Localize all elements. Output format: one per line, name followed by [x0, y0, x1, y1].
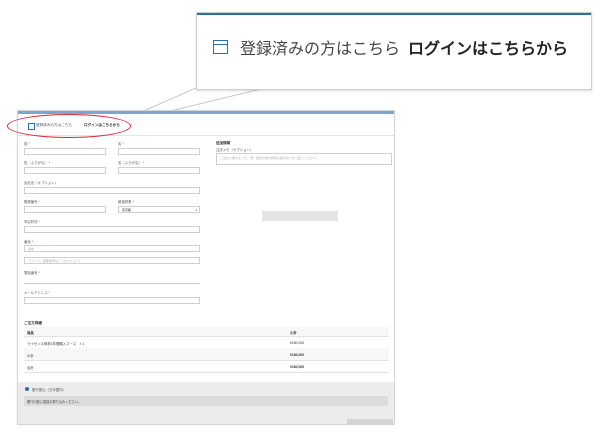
login-link[interactable]: ログインはこちらから — [408, 35, 568, 59]
bank-transfer-label: 銀行振込（日本国内） — [32, 388, 66, 392]
chevron-down-icon: ▾ — [195, 208, 197, 212]
email-input[interactable] — [24, 297, 200, 304]
subtotal-label: 小計 — [27, 354, 34, 358]
order-details-title: ご注文詳細 — [24, 321, 42, 325]
payment-description: 銀行口座に直接お振り込みください。 — [27, 400, 82, 404]
column-subtotal: 小計 — [290, 331, 297, 335]
order-notes-textarea[interactable]: ご注文に関するメモ、例：配達の際の特別な指示などをご記入ください。 — [216, 153, 392, 165]
first-name-input[interactable] — [118, 148, 200, 155]
phone-label: 電話番号 * — [24, 271, 40, 275]
checkout-form-panel: 登録済みの方はこちら ログインはこちらから 姓 * 名 * 姓（ふりがな） * … — [17, 110, 395, 425]
order-notes-label: 注文メモ（オプション） — [216, 148, 254, 152]
first-kana-label: 名（ふりがな） * — [118, 161, 145, 165]
column-product: 商品 — [27, 331, 34, 335]
first-name-label: 名 * — [118, 142, 124, 146]
last-name-label: 姓 * — [24, 142, 30, 146]
window-icon — [213, 40, 228, 54]
last-kana-input[interactable] — [24, 167, 106, 174]
placeholder-button[interactable] — [262, 211, 338, 221]
last-name-input[interactable] — [24, 148, 106, 155]
phone-input[interactable] — [24, 277, 200, 284]
payment-section: 銀行振込（日本国内） 銀行口座に直接お振り込みください。 — [18, 382, 394, 424]
callout-accent-bar — [197, 13, 591, 15]
subtotal-value: ¥180,000 — [290, 353, 305, 357]
address-line2-placeholder: アパート、部屋番号など（オプション） — [28, 259, 82, 263]
address-line2-input[interactable]: アパート、部屋番号など（オプション） — [24, 257, 200, 264]
order-notes-placeholder: ご注文に関するメモ、例：配達の際の特別な指示などをご記入ください。 — [220, 156, 320, 160]
postal-code-input[interactable] — [24, 206, 106, 213]
last-kana-label: 姓（ふりがな） * — [24, 161, 51, 165]
address-label: 番地 * — [24, 240, 34, 244]
highlight-circle — [7, 114, 131, 138]
prefecture-select[interactable]: 東京都 ▾ — [118, 206, 200, 213]
payment-description-box: 銀行口座に直接お振り込みください。 — [24, 396, 388, 406]
additional-info-title: 追加情報 — [216, 141, 231, 145]
registered-user-text: 登録済みの方はこちら — [240, 41, 401, 58]
prefecture-selected-value: 東京都 — [122, 208, 132, 212]
prefecture-label: 都道府県 * — [118, 200, 134, 204]
first-kana-input[interactable] — [118, 167, 200, 174]
city-label: 市区町村 * — [24, 220, 40, 224]
total-value: ¥180,000 — [290, 365, 305, 369]
address-line1-input[interactable]: 番地 — [24, 245, 200, 252]
place-order-button[interactable] — [347, 419, 393, 424]
login-notice-row: 登録済みの方はこちら ログインはこちらから — [213, 35, 568, 59]
total-label: 合計 — [27, 366, 34, 370]
product-name: ライセンス商材1年間購入コース × 1 — [27, 342, 85, 346]
table-row: 合計 ¥180,000 — [24, 360, 389, 373]
login-notice-zoom-callout: 登録済みの方はこちら ログインはこちらから — [196, 12, 592, 90]
address-line1-placeholder: 番地 — [28, 247, 35, 251]
email-label: メールアドレス * — [24, 291, 51, 295]
postal-code-label: 郵便番号 * — [24, 200, 40, 204]
company-input[interactable] — [24, 187, 200, 194]
product-price: ¥180,000 — [290, 341, 305, 345]
company-label: 会社名（オプション） — [24, 181, 58, 185]
city-input[interactable] — [24, 226, 200, 233]
bank-transfer-radio[interactable] — [25, 387, 29, 391]
